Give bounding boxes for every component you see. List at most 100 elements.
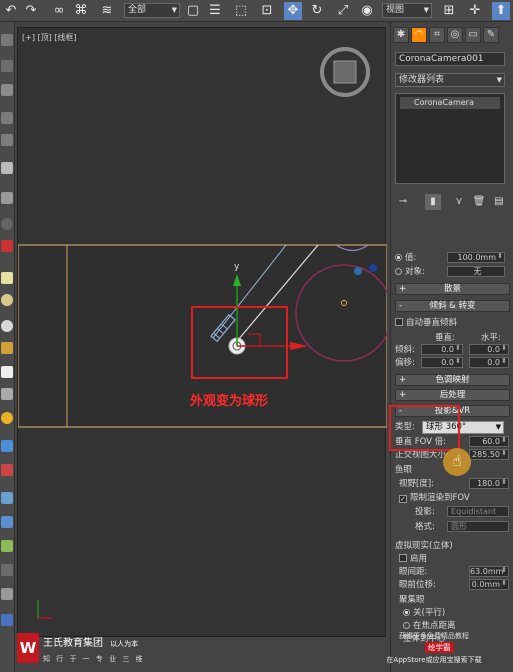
tool-icon[interactable] — [1, 34, 13, 46]
chevron-down-icon: ▼ — [495, 423, 501, 431]
tool-icon[interactable] — [1, 516, 13, 528]
tool-icon[interactable] — [1, 440, 13, 452]
reference-coord-dropdown[interactable]: 视图 ▼ — [382, 3, 432, 18]
tool-icon[interactable] — [1, 60, 13, 72]
tool-icon[interactable] — [1, 240, 13, 252]
link-icon[interactable]: ∞ — [50, 2, 68, 20]
rollout-scatter[interactable]: + 散景 — [395, 283, 510, 295]
auto-vertical-tilt-row[interactable]: 自动垂直倾斜 — [395, 317, 510, 329]
front-offset-spinner[interactable]: 0.0mm — [469, 579, 509, 590]
vr-enable-row[interactable]: 启用 — [399, 553, 513, 565]
tilt-vertical-spinner[interactable]: 0.0 — [421, 344, 463, 355]
limit-fov-checkbox[interactable]: ✓ — [399, 495, 407, 503]
focus-value-radio[interactable] — [395, 254, 402, 261]
tool-icon[interactable] — [1, 112, 13, 124]
select-by-name-icon[interactable]: ☰ — [206, 2, 224, 20]
display-tab-icon[interactable]: ▭ — [465, 27, 481, 43]
modifier-list-dropdown[interactable]: 修改器列表 ▼ — [395, 73, 505, 87]
shift-horizontal-spinner[interactable]: 0.0 — [469, 357, 509, 368]
select-manipulate-icon[interactable]: ✛ — [466, 2, 484, 20]
select-scale-icon[interactable]: ⤢ — [334, 2, 352, 20]
tool-icon[interactable] — [1, 192, 13, 204]
top-viewport[interactable]: [+] [顶] [线框] y 外观变为球形 — [17, 27, 387, 637]
converge-focus-radio[interactable] — [403, 622, 410, 629]
tool-icon[interactable] — [1, 342, 13, 354]
tool-icon[interactable] — [1, 134, 13, 146]
focus-value-label: 值: — [405, 253, 417, 263]
selection-filter-dropdown[interactable]: 全部 ▼ — [124, 3, 180, 18]
bind-spacewarp-icon[interactable]: ≋ — [98, 2, 116, 20]
brand-name: 王氏教育集团 以人为本 — [43, 634, 138, 649]
front-offset-label: 眼前位移: — [399, 580, 436, 590]
tool-icon[interactable] — [1, 320, 13, 332]
snap-toggle-icon[interactable]: ⬆ — [492, 2, 510, 20]
focus-value-spinner[interactable]: 100.0mm — [447, 252, 505, 263]
tilt-horizontal-spinner[interactable]: 0.0 — [469, 344, 509, 355]
expand-icon: + — [399, 375, 407, 385]
converge-none-row[interactable]: 关(平行) — [403, 607, 513, 619]
redo-icon[interactable]: ↷ — [22, 2, 40, 20]
focus-object-radio[interactable] — [395, 268, 402, 275]
undo-icon[interactable]: ↶ — [2, 2, 20, 20]
tool-icon[interactable] — [1, 614, 13, 626]
make-unique-icon[interactable]: ⋎ — [451, 194, 467, 210]
reference-coord-value: 视图 — [386, 5, 405, 15]
tool-icon[interactable] — [1, 492, 13, 504]
select-object-icon[interactable]: ▢ — [184, 2, 202, 20]
show-end-result-icon[interactable]: ▮ — [425, 194, 441, 210]
tool-icon[interactable] — [1, 588, 13, 600]
fisheye-format-dropdown[interactable]: 圆形 — [447, 521, 509, 532]
tool-icon[interactable] — [1, 162, 13, 174]
chevron-down-icon: ▼ — [171, 6, 177, 14]
ortho-size-spinner[interactable]: 285.50 — [469, 449, 509, 460]
tool-icon[interactable] — [1, 294, 13, 306]
configure-sets-icon[interactable]: ▤ — [491, 194, 507, 210]
vr-enable-checkbox[interactable] — [399, 554, 407, 562]
horizontal-label: 水平: — [481, 333, 501, 343]
rollout-tilt-shift[interactable]: - 倾斜 & 转变 — [395, 300, 510, 312]
eye-separation-spinner[interactable]: 63.0mm — [469, 566, 509, 577]
pivot-icon[interactable]: ⊞ — [440, 2, 458, 20]
tool-icon[interactable] — [1, 84, 13, 96]
modifier-stack[interactable]: CoronaCamera — [395, 93, 505, 184]
tool-icon[interactable] — [1, 464, 13, 476]
motion-tab-icon[interactable]: ◎ — [447, 27, 463, 43]
stack-item-corona-camera[interactable]: CoronaCamera — [400, 97, 500, 109]
modify-tab-icon[interactable]: ◠ — [411, 27, 427, 43]
placement-icon[interactable]: ◉ — [358, 2, 376, 20]
tool-icon[interactable] — [1, 388, 13, 400]
select-move-icon[interactable]: ✥ — [284, 2, 302, 20]
tool-icon[interactable] — [1, 366, 13, 378]
remove-modifier-icon[interactable]: 🗑 — [471, 194, 487, 210]
unlink-icon[interactable]: ⌘ — [72, 2, 90, 20]
converge-none-radio[interactable] — [403, 609, 410, 616]
tool-icon[interactable] — [1, 564, 13, 576]
rect-region-icon[interactable]: ⬚ — [232, 2, 250, 20]
fisheye-projection-dropdown[interactable]: Equidistant — [447, 506, 509, 517]
tool-icon[interactable] — [1, 272, 13, 284]
rollout-tone-mapping[interactable]: + 色调映射 — [395, 374, 510, 386]
rollout-postprocess[interactable]: + 后处理 — [395, 389, 510, 401]
app-badge: 绘学霸 — [425, 642, 454, 653]
select-rotate-icon[interactable]: ↻ — [308, 2, 326, 20]
object-name-field[interactable]: CoronaCamera001 — [395, 52, 505, 66]
hierarchy-tab-icon[interactable]: ⌗ — [429, 27, 445, 43]
annotation-highlight-box — [191, 306, 288, 379]
brand-tag: 以人为本 — [110, 640, 139, 648]
tool-icon[interactable] — [1, 412, 13, 424]
vfov-spinner[interactable]: 60.0 — [469, 436, 509, 447]
focus-object-picker[interactable]: 无 — [447, 266, 505, 277]
fov-spinner[interactable]: 180.0 — [469, 478, 509, 489]
window-crossing-icon[interactable]: ⊡ — [258, 2, 276, 20]
tool-icon[interactable] — [1, 540, 13, 552]
pin-stack-icon[interactable]: ⊸ — [395, 194, 411, 210]
main-toolbar: ↶ ↷ ∞ ⌘ ≋ 全部 ▼ ▢ ☰ ⬚ ⊡ ✥ ↻ ⤢ ◉ 视图 ▼ ⊞ ✛ … — [0, 0, 513, 22]
format-label: 格式: — [415, 522, 435, 532]
vr-enable-label: 启用 — [410, 554, 428, 564]
limit-fov-row[interactable]: ✓ 限制渲染到FOV — [399, 492, 513, 504]
tool-icon[interactable] — [1, 218, 13, 230]
create-tab-icon[interactable]: ✱ — [393, 27, 409, 43]
auto-vertical-tilt-checkbox[interactable] — [395, 318, 403, 326]
utilities-tab-icon[interactable]: ✎ — [483, 27, 499, 43]
shift-vertical-spinner[interactable]: 0.0 — [421, 357, 463, 368]
